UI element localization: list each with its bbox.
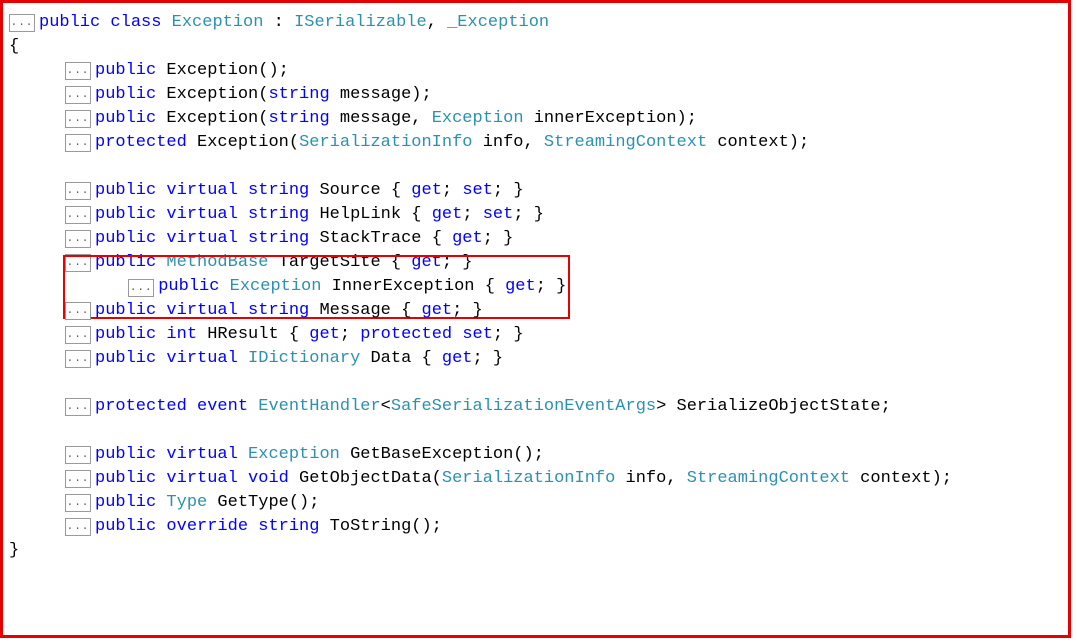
member-name: GetBaseException();	[340, 443, 544, 467]
type-name: ISerializable	[294, 11, 427, 35]
keyword: public	[95, 83, 156, 107]
type-name: Exception	[248, 443, 340, 467]
type-name: SerializationInfo	[299, 131, 472, 155]
constructor-line: ... public Exception(string message);	[9, 83, 1062, 107]
type-name: Exception	[432, 107, 524, 131]
type-name: IDictionary	[248, 347, 360, 371]
fold-toggle[interactable]: ...	[65, 398, 91, 416]
fold-toggle[interactable]: ...	[65, 62, 91, 80]
fold-toggle[interactable]: ...	[9, 14, 35, 32]
fold-toggle[interactable]: ...	[65, 446, 91, 464]
keyword: class	[110, 11, 161, 35]
member-name: Message	[309, 299, 401, 323]
type-name: Exception	[172, 11, 264, 35]
blank-line	[9, 155, 1062, 179]
member-name: Data	[360, 347, 421, 371]
type-name: StreamingContext	[687, 467, 850, 491]
fold-toggle[interactable]: ...	[65, 86, 91, 104]
fold-toggle[interactable]: ...	[65, 134, 91, 152]
fold-toggle[interactable]: ...	[65, 350, 91, 368]
event-line: ... protected event EventHandler<SafeSer…	[9, 395, 1062, 419]
property-line: ... public virtual string Source { get; …	[9, 179, 1062, 203]
constructor-line: ... public Exception(string message, Exc…	[9, 107, 1062, 131]
type-name: EventHandler	[258, 395, 380, 419]
keyword: public	[95, 107, 156, 131]
code-viewer: ... public class Exception : ISerializab…	[0, 0, 1071, 638]
member-name: SerializeObjectState;	[666, 395, 890, 419]
constructor-line: ... public Exception();	[9, 59, 1062, 83]
fold-toggle[interactable]: ...	[65, 494, 91, 512]
member-name: StackTrace	[309, 227, 431, 251]
fold-toggle[interactable]: ...	[128, 279, 154, 297]
brace: }	[9, 539, 19, 563]
keyword: string	[248, 227, 309, 251]
fold-toggle[interactable]: ...	[65, 110, 91, 128]
property-line-highlighted: ...public Exception InnerException { get…	[9, 275, 1062, 299]
fold-toggle[interactable]: ...	[65, 326, 91, 344]
member-name: ToString();	[319, 515, 441, 539]
member-name: Source	[309, 179, 391, 203]
member-name: GetType();	[207, 491, 319, 515]
type-name: _Exception	[447, 11, 549, 35]
fold-toggle[interactable]: ...	[65, 182, 91, 200]
keyword: public	[39, 11, 100, 35]
member-name: HResult	[197, 323, 289, 347]
fold-toggle[interactable]: ...	[65, 302, 91, 320]
member-name: GetObjectData(	[289, 467, 442, 491]
type-name: Type	[166, 491, 207, 515]
keyword: public	[95, 59, 156, 83]
separator: :	[263, 11, 294, 35]
keyword: int	[166, 323, 197, 347]
method-line: ... public virtual Exception GetBaseExce…	[9, 443, 1062, 467]
property-line: ... public virtual string StackTrace { g…	[9, 227, 1062, 251]
fold-toggle[interactable]: ...	[65, 206, 91, 224]
keyword: string	[268, 107, 329, 131]
member-name: Exception	[166, 107, 258, 131]
keyword: string	[258, 515, 319, 539]
member-name: Exception	[166, 59, 258, 83]
type-name: StreamingContext	[544, 131, 707, 155]
close-brace-line: }	[9, 539, 1062, 563]
class-declaration-line: ... public class Exception : ISerializab…	[9, 11, 1062, 35]
type-name: Exception	[230, 277, 322, 296]
fold-toggle[interactable]: ...	[65, 230, 91, 248]
keyword: void	[248, 467, 289, 491]
property-line: ... public virtual IDictionary Data { ge…	[9, 347, 1062, 371]
member-name: Exception	[166, 83, 258, 107]
keyword: string	[248, 299, 309, 323]
method-line: ... public virtual void GetObjectData(Se…	[9, 467, 1062, 491]
member-name: HelpLink	[309, 203, 411, 227]
signature: ();	[258, 59, 289, 83]
type-name: SafeSerializationEventArgs	[391, 395, 656, 419]
member-name: InnerException	[321, 277, 484, 296]
open-brace-line: {	[9, 35, 1062, 59]
property-line: ... public virtual string HelpLink { get…	[9, 203, 1062, 227]
member-name: Exception	[197, 131, 289, 155]
blank-line	[9, 371, 1062, 395]
keyword: protected	[95, 131, 187, 155]
type-name: SerializationInfo	[442, 467, 615, 491]
method-line: ... public override string ToString();	[9, 515, 1062, 539]
keyword: event	[197, 395, 248, 419]
method-line: ... public Type GetType();	[9, 491, 1062, 515]
keyword: string	[248, 179, 309, 203]
keyword: string	[248, 203, 309, 227]
property-line: ... public int HResult { get; protected …	[9, 323, 1062, 347]
comma: ,	[427, 11, 447, 35]
brace: {	[9, 35, 19, 59]
keyword: string	[268, 83, 329, 107]
fold-toggle[interactable]: ...	[65, 470, 91, 488]
fold-toggle[interactable]: ...	[65, 518, 91, 536]
blank-line	[9, 419, 1062, 443]
constructor-line: ... protected Exception(SerializationInf…	[9, 131, 1062, 155]
